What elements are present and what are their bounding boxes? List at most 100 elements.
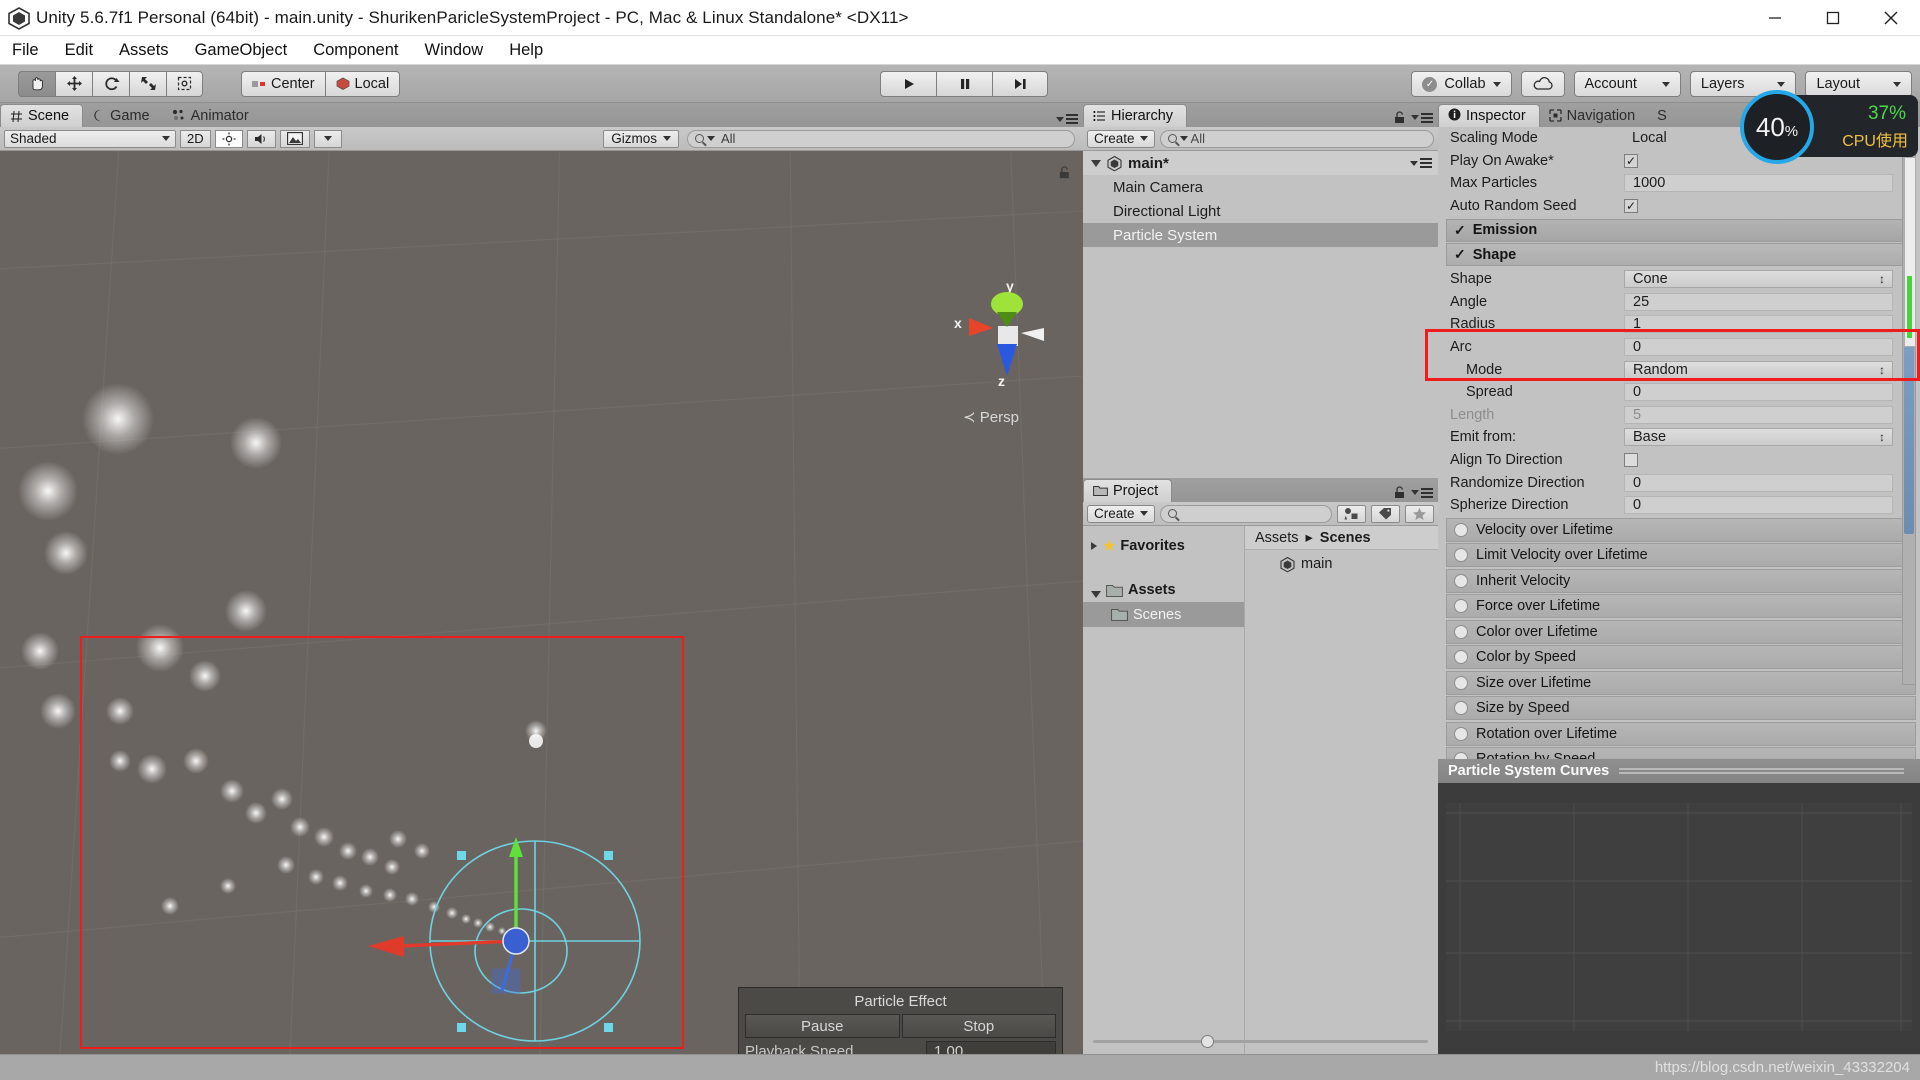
expand-arrow-icon[interactable] xyxy=(1091,159,1101,167)
arc-input[interactable]: 0 xyxy=(1624,337,1893,356)
expand-arrow-icon[interactable] xyxy=(1091,542,1097,550)
close-button[interactable] xyxy=(1862,0,1920,36)
menu-assets[interactable]: Assets xyxy=(106,36,182,65)
project-tree-scenes[interactable]: Scenes xyxy=(1083,602,1244,627)
rotate-tool-icon[interactable] xyxy=(92,70,129,97)
menu-help[interactable]: Help xyxy=(496,36,556,65)
menu-edit[interactable]: Edit xyxy=(52,36,106,65)
max-particles-input[interactable]: 1000 xyxy=(1624,174,1893,193)
minimize-button[interactable] xyxy=(1746,0,1804,36)
project-tree-assets[interactable]: Assets xyxy=(1083,566,1244,602)
angle-input[interactable]: 25 xyxy=(1624,292,1893,311)
project-create-button[interactable]: Create xyxy=(1087,504,1155,523)
module-color-over-lifetime[interactable]: Color over Lifetime xyxy=(1446,619,1916,644)
module-header-shape[interactable]: ✓ Shape xyxy=(1446,243,1916,267)
cloud-services-button[interactable] xyxy=(1520,71,1565,97)
hierarchy-scene-root[interactable]: main* xyxy=(1083,151,1438,175)
menu-component[interactable]: Component xyxy=(300,36,411,65)
particle-system-curves-header[interactable]: Particle System Curves xyxy=(1438,759,1920,783)
particle-stop-button[interactable]: Stop xyxy=(901,1014,1056,1038)
tab-services[interactable]: S xyxy=(1648,104,1680,127)
module-force-over-lifetime[interactable]: Force over Lifetime xyxy=(1446,594,1916,619)
shape-dropdown[interactable]: Cone xyxy=(1624,270,1893,289)
align-to-direction-checkbox[interactable] xyxy=(1624,452,1638,467)
auto-random-seed-checkbox[interactable]: ✓ xyxy=(1624,199,1638,214)
module-rotation-over-lifetime[interactable]: Rotation over Lifetime xyxy=(1446,721,1916,746)
lock-icon[interactable] xyxy=(1394,486,1405,499)
module-toggle-icon[interactable] xyxy=(1454,573,1468,588)
tab-navigation[interactable]: Navigation xyxy=(1540,104,1649,127)
panel-menu-icon[interactable] xyxy=(1411,487,1433,498)
randomize-direction-input[interactable]: 0 xyxy=(1624,473,1893,492)
project-search-input[interactable] xyxy=(1159,504,1332,523)
scene-effects-icon[interactable] xyxy=(279,129,310,148)
scene-audio-icon[interactable] xyxy=(246,129,276,148)
module-size-by-speed[interactable]: Size by Speed xyxy=(1446,696,1916,721)
filter-by-type-icon[interactable] xyxy=(1337,504,1366,523)
layout-button[interactable]: Layout xyxy=(1805,71,1912,97)
scene-axis-gizmo[interactable]: y x z xyxy=(945,278,1075,398)
draw-mode-dropdown[interactable]: Shaded xyxy=(4,129,176,148)
favorites-star-icon[interactable] xyxy=(1405,504,1434,523)
breadcrumb-scenes[interactable]: Scenes xyxy=(1320,530,1371,546)
gizmos-dropdown[interactable]: Gizmos xyxy=(603,129,679,148)
menu-window[interactable]: Window xyxy=(412,36,497,65)
spread-input[interactable]: 0 xyxy=(1624,383,1893,402)
scrollbar-thumb[interactable] xyxy=(1904,334,1914,534)
emission-enabled-checkbox[interactable]: ✓ xyxy=(1454,222,1466,239)
scene-lighting-icon[interactable] xyxy=(214,129,243,148)
playback-speed-value[interactable]: 1.00 xyxy=(926,1040,1056,1055)
scene-2d-toggle[interactable]: 2D xyxy=(180,129,211,148)
step-button[interactable] xyxy=(992,71,1048,97)
tab-scene[interactable]: Scene xyxy=(0,104,84,127)
tab-project[interactable]: Project xyxy=(1083,479,1173,502)
hierarchy-item-particle-system[interactable]: Particle System xyxy=(1083,223,1438,247)
account-button[interactable]: Account xyxy=(1573,71,1681,97)
module-toggle-icon[interactable] xyxy=(1454,675,1468,690)
pause-button[interactable] xyxy=(936,71,992,97)
module-limit-velocity-over-lifetime[interactable]: Limit Velocity over Lifetime xyxy=(1446,543,1916,568)
emit-from-dropdown[interactable]: Base xyxy=(1624,428,1893,447)
module-header-emission[interactable]: ✓ Emission xyxy=(1446,218,1916,242)
filter-by-label-icon[interactable] xyxy=(1371,504,1400,523)
project-tree-favorites[interactable]: ★ Favorites xyxy=(1083,526,1244,566)
menu-file[interactable]: File xyxy=(0,36,52,65)
module-toggle-icon[interactable] xyxy=(1454,548,1468,563)
particle-pause-button[interactable]: Pause xyxy=(745,1014,900,1038)
scene-context-menu-icon[interactable] xyxy=(1410,158,1432,168)
shape-enabled-checkbox[interactable]: ✓ xyxy=(1454,246,1466,263)
module-color-by-speed[interactable]: Color by Speed xyxy=(1446,645,1916,670)
hand-tool-icon[interactable] xyxy=(18,70,55,97)
project-file-main[interactable]: main xyxy=(1245,550,1438,578)
hierarchy-create-button[interactable]: Create xyxy=(1087,129,1155,148)
breadcrumb-assets[interactable]: Assets xyxy=(1255,530,1299,546)
module-toggle-icon[interactable] xyxy=(1454,624,1468,639)
scene-projection-label[interactable]: ≺ Persp xyxy=(963,408,1019,426)
inspector-scrollbar-secondary[interactable] xyxy=(1904,157,1916,347)
module-toggle-icon[interactable] xyxy=(1454,599,1468,614)
expand-arrow-icon[interactable] xyxy=(1091,591,1101,598)
scene-search-input[interactable]: All xyxy=(687,129,1075,148)
slider-knob[interactable] xyxy=(1201,1035,1214,1048)
radius-input[interactable]: 1 xyxy=(1624,315,1893,334)
hierarchy-search-input[interactable]: All xyxy=(1159,129,1434,148)
lock-icon[interactable] xyxy=(1394,111,1405,124)
hierarchy-item-directional-light[interactable]: Directional Light xyxy=(1083,199,1438,223)
scene-tab-menu[interactable] xyxy=(1056,114,1078,124)
module-inherit-velocity[interactable]: Inherit Velocity xyxy=(1446,568,1916,593)
module-toggle-icon[interactable] xyxy=(1454,650,1468,665)
project-zoom-slider[interactable] xyxy=(1093,1035,1428,1048)
particle-system-curves-panel[interactable] xyxy=(1438,783,1920,1055)
play-on-awake-checkbox[interactable]: ✓ xyxy=(1624,153,1638,168)
space-mode-button[interactable]: Local xyxy=(324,70,401,97)
tab-animator[interactable]: Animator xyxy=(163,104,262,127)
rect-tool-icon[interactable] xyxy=(166,70,203,97)
collab-button[interactable]: ✓ Collab xyxy=(1411,71,1512,97)
module-velocity-over-lifetime[interactable]: Velocity over Lifetime xyxy=(1446,517,1916,542)
panel-menu-icon[interactable] xyxy=(1411,112,1433,123)
scene-effects-dropdown[interactable] xyxy=(313,129,342,148)
menu-gameobject[interactable]: GameObject xyxy=(182,36,301,65)
tab-game[interactable]: Game xyxy=(83,104,163,127)
spherize-direction-input[interactable]: 0 xyxy=(1624,496,1893,515)
module-toggle-icon[interactable] xyxy=(1454,522,1468,537)
